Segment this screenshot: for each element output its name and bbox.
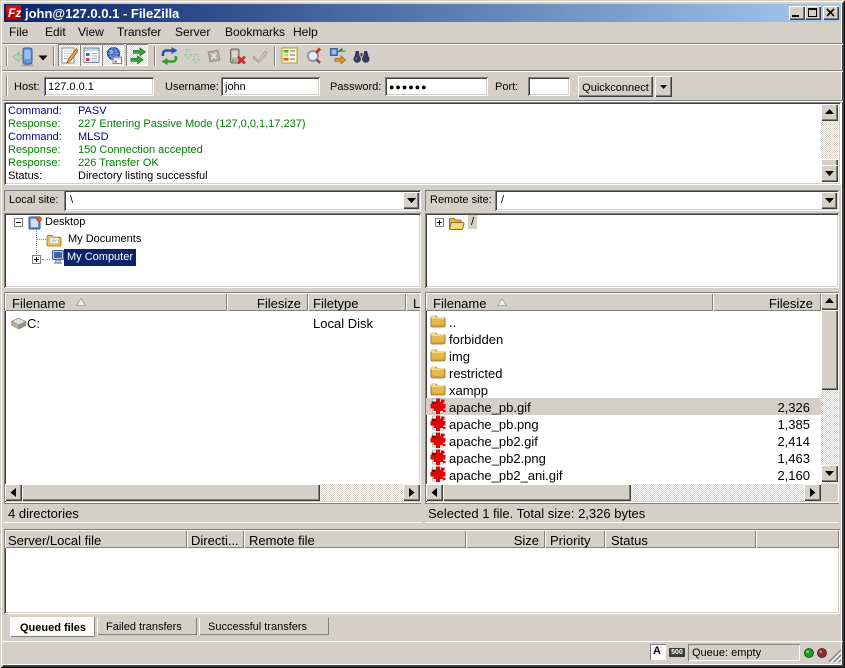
svg-text:Fz: Fz — [8, 6, 21, 20]
